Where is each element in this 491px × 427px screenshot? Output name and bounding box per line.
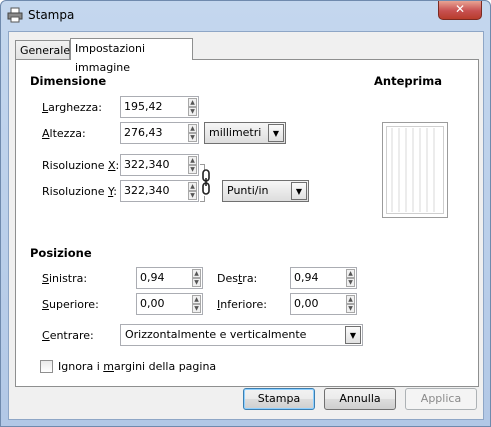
apply-button-label: Applica — [420, 392, 462, 405]
window-title: Stampa — [28, 8, 75, 22]
preview-header: Anteprima — [374, 74, 442, 88]
chevron-down-icon[interactable]: ▼ — [268, 124, 284, 142]
spin-down-icon[interactable]: ▼ — [188, 107, 197, 116]
preview-box — [382, 122, 448, 218]
chevron-down-icon[interactable]: ▼ — [345, 326, 361, 344]
height-value: 276,43 — [124, 126, 163, 139]
spin-up-icon[interactable]: ▲ — [188, 156, 197, 165]
spin-down-icon[interactable]: ▼ — [192, 278, 201, 287]
spin-down-icon[interactable]: ▼ — [188, 165, 197, 174]
resolution-unit-select[interactable]: Punti/in ▼ — [222, 180, 309, 202]
chevron-down-icon[interactable]: ▼ — [291, 182, 307, 200]
resolution-y-value: 322,340 — [124, 184, 170, 197]
bottom-margin-input[interactable]: 0,00 ▲ ▼ — [290, 293, 357, 315]
spin-down-icon[interactable]: ▼ — [346, 278, 355, 287]
right-margin-input[interactable]: 0,94 ▲ ▼ — [290, 267, 357, 289]
tab-label: Generale — [20, 44, 71, 57]
width-value: 195,42 — [124, 100, 163, 113]
apply-button[interactable]: Applica — [405, 388, 477, 410]
print-dialog-window: Stampa ✕ Generale Impostazioni immagine … — [0, 0, 491, 427]
dialog-client-area: Generale Impostazioni immagine Dimension… — [8, 31, 484, 420]
bottom-margin-label: Inferiore: — [217, 298, 267, 311]
left-margin-label: Sinistra: — [42, 272, 88, 285]
width-label: Larghezza: — [42, 101, 102, 114]
unit-select[interactable]: millimetri ▼ — [204, 122, 286, 144]
right-margin-value: 0,94 — [294, 271, 319, 284]
resolution-x-value: 322,340 — [124, 158, 170, 171]
spin-down-icon[interactable]: ▼ — [188, 191, 197, 200]
spin-up-icon[interactable]: ▲ — [188, 98, 197, 107]
position-header: Posizione — [30, 246, 92, 260]
close-icon: ✕ — [454, 2, 466, 16]
height-label: Altezza: — [42, 127, 86, 140]
spin-down-icon[interactable]: ▼ — [188, 133, 197, 142]
spin-up-icon[interactable]: ▲ — [188, 182, 197, 191]
bottom-margin-value: 0,00 — [294, 297, 319, 310]
preview-page-image — [386, 126, 444, 214]
left-margin-value: 0,94 — [140, 271, 165, 284]
print-button[interactable]: Stampa — [243, 388, 315, 410]
resolution-unit-value: Punti/in — [227, 184, 269, 197]
spin-up-icon[interactable]: ▲ — [346, 269, 355, 278]
chain-link-icon[interactable] — [200, 168, 212, 196]
ignore-margins-label[interactable]: Ignora i margini della pagina — [58, 360, 216, 373]
height-input[interactable]: 276,43 ▲ ▼ — [120, 122, 199, 144]
top-margin-input[interactable]: 0,00 ▲ ▼ — [136, 293, 203, 315]
center-value: Orizzontalmente e verticalmente — [125, 328, 307, 341]
cancel-button-label: Annulla — [339, 392, 381, 405]
title-bar[interactable]: Stampa ✕ — [1, 1, 490, 29]
spin-up-icon[interactable]: ▲ — [192, 295, 201, 304]
resolution-y-input[interactable]: 322,340 ▲ ▼ — [120, 180, 199, 202]
spin-down-icon[interactable]: ▼ — [192, 304, 201, 313]
top-margin-label: Superiore: — [42, 298, 99, 311]
resolution-x-label: Risoluzione X: — [42, 159, 120, 172]
right-margin-label: Destra: — [217, 272, 258, 285]
width-input[interactable]: 195,42 ▲ ▼ — [120, 96, 199, 118]
tab-panel: Dimensione Anteprima Larghezza: 195,42 ▲… — [15, 59, 479, 387]
resolution-x-input[interactable]: 322,340 ▲ ▼ — [120, 154, 199, 176]
center-label: Centrare: — [42, 329, 94, 342]
spin-up-icon[interactable]: ▲ — [346, 295, 355, 304]
unit-value: millimetri — [209, 126, 262, 139]
bracket-bottom — [200, 196, 205, 202]
center-select[interactable]: Orizzontalmente e verticalmente ▼ — [120, 324, 363, 346]
cancel-button[interactable]: Annulla — [324, 388, 396, 410]
tab-impostazioni-immagine[interactable]: Impostazioni immagine — [70, 38, 193, 74]
left-margin-input[interactable]: 0,94 ▲ ▼ — [136, 267, 203, 289]
ignore-margins-checkbox[interactable] — [40, 360, 53, 373]
spin-down-icon[interactable]: ▼ — [346, 304, 355, 313]
resolution-y-label: Risoluzione Y: — [42, 185, 117, 198]
top-margin-value: 0,00 — [140, 297, 165, 310]
printer-icon — [7, 7, 23, 23]
spin-up-icon[interactable]: ▲ — [188, 124, 197, 133]
print-button-label: Stampa — [257, 392, 301, 405]
tab-generale[interactable]: Generale — [15, 40, 70, 59]
close-button[interactable]: ✕ — [438, 1, 482, 20]
spin-up-icon[interactable]: ▲ — [192, 269, 201, 278]
